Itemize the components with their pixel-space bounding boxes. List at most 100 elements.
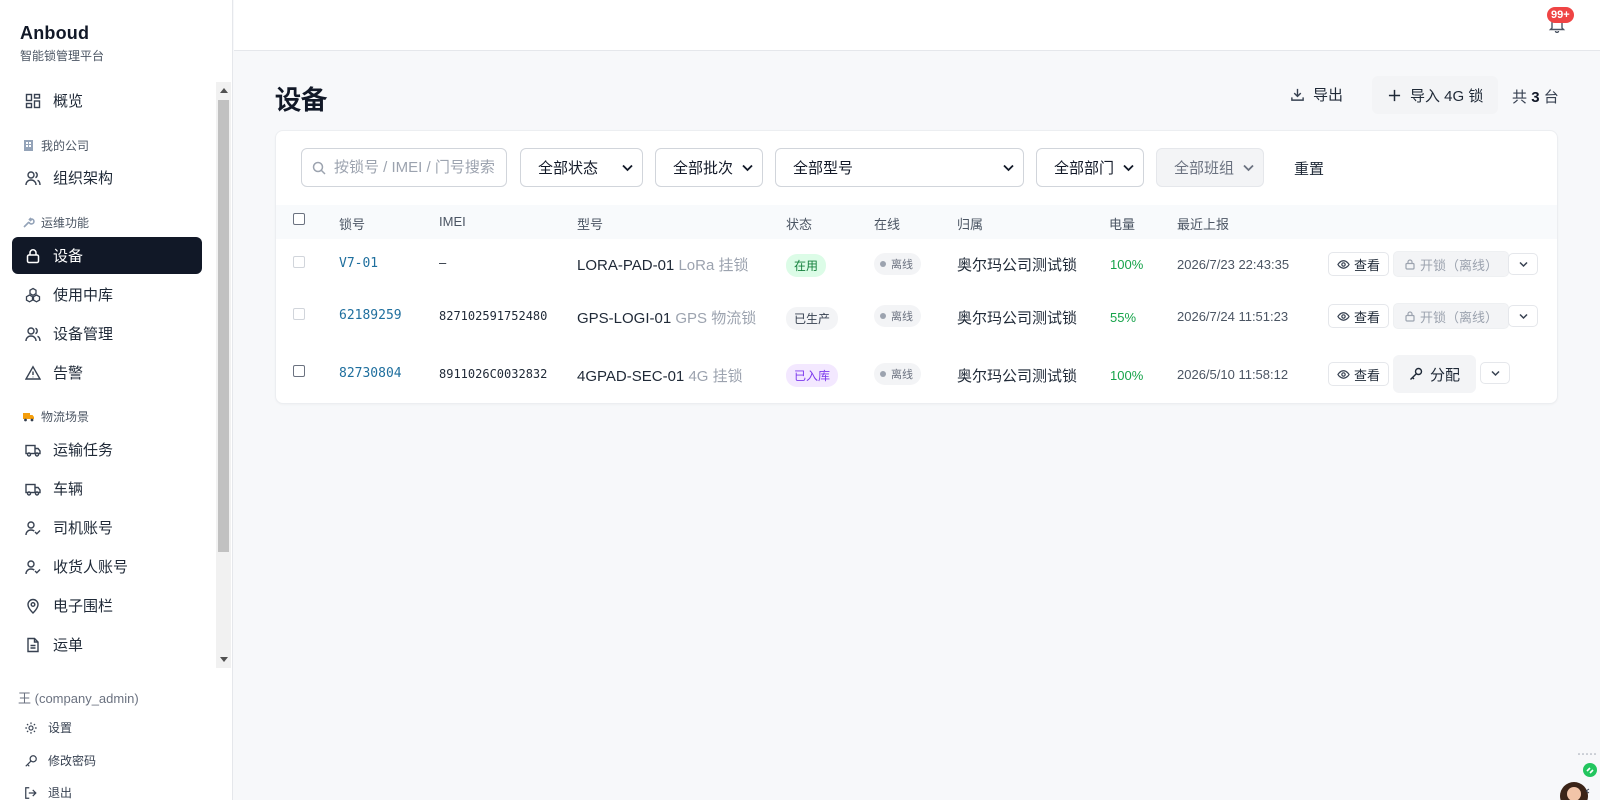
department-filter-select[interactable]: 全部部门	[1036, 148, 1144, 187]
section-ops: 运维功能	[22, 214, 89, 231]
sidebar-item-warehouse[interactable]: 使用中库	[12, 276, 202, 313]
online-badge: 离线	[874, 253, 921, 275]
more-actions-button[interactable]	[1508, 305, 1538, 327]
key-icon	[25, 754, 37, 767]
import-label: 导入 4G 锁	[1410, 87, 1484, 105]
select-value: 全部部门	[1054, 160, 1115, 177]
model-type: GPS 物流锁	[675, 310, 757, 327]
owner-value: 奥尔玛公司测试锁	[957, 368, 1078, 385]
export-label: 导出	[1313, 87, 1344, 104]
lock-icon	[1405, 311, 1415, 322]
lock-number-link[interactable]: 82730804	[339, 366, 402, 381]
view-button[interactable]: 查看	[1328, 304, 1390, 328]
model-code: LORA-PAD-01	[577, 257, 675, 274]
wrench-icon	[23, 217, 35, 228]
online-label: 离线	[891, 259, 913, 271]
status-badge: 已入库	[786, 364, 839, 387]
scroll-up-icon[interactable]	[220, 88, 228, 93]
unlock-label: 开锁（离线）	[1420, 309, 1499, 325]
column-header-battery: 电量	[1109, 217, 1136, 232]
sidebar-item-receivers[interactable]: 收货人账号	[12, 548, 202, 585]
row-checkbox[interactable]	[293, 256, 305, 268]
current-user: 王 (company_admin)	[18, 691, 139, 706]
column-header-last-report: 最近上报	[1177, 217, 1230, 232]
view-button[interactable]: 查看	[1328, 362, 1390, 386]
logout-link[interactable]: 退出	[24, 784, 72, 800]
search-input[interactable]	[334, 159, 504, 176]
unlock-offline-button[interactable]: 开锁（离线）	[1393, 251, 1510, 277]
sidebar-item-label: 运输任务	[53, 442, 114, 459]
section-label: 运维功能	[41, 216, 90, 230]
status-filter-select[interactable]: 全部状态	[520, 148, 643, 187]
team-filter-select[interactable]: 全部班组	[1156, 148, 1264, 187]
last-report-value: 2026/7/23 22:43:35	[1177, 257, 1290, 272]
select-all-checkbox[interactable]	[293, 213, 305, 225]
model-filter-select[interactable]: 全部型号	[775, 148, 1024, 187]
truck-icon	[23, 413, 34, 422]
sidebar-item-drivers[interactable]: 司机账号	[12, 509, 202, 546]
model-code: GPS-LOGI-01	[577, 310, 672, 327]
sidebar-item-waybill[interactable]: 运单	[12, 626, 202, 663]
eye-icon	[1337, 311, 1350, 321]
view-button[interactable]: 查看	[1328, 252, 1390, 276]
section-logistics: 物流场景	[22, 408, 89, 425]
view-label: 查看	[1354, 309, 1381, 325]
sidebar-item-overview[interactable]: 概览	[12, 82, 202, 119]
section-company: 我的公司	[22, 137, 89, 154]
chevron-down-icon	[622, 164, 633, 172]
export-button[interactable]: 导出	[1290, 84, 1343, 105]
assistant-widget-icon[interactable]	[1556, 750, 1600, 800]
more-actions-button[interactable]	[1508, 253, 1538, 275]
sidebar-item-devices[interactable]: 设备	[12, 237, 202, 274]
imei-value: 8911026C0032832	[439, 367, 548, 381]
sidebar-item-vehicles[interactable]: 车辆	[12, 470, 202, 507]
settings-link[interactable]: 设置	[24, 719, 72, 736]
brand-subtitle: 智能锁管理平台	[20, 49, 105, 63]
import-4g-button[interactable]: 导入 4G 锁	[1372, 76, 1498, 114]
lock-number-link[interactable]: 62189259	[339, 308, 402, 323]
online-badge: 离线	[874, 363, 921, 385]
scrollbar-thumb[interactable]	[218, 100, 229, 552]
scroll-down-icon[interactable]	[220, 657, 228, 662]
logout-label: 退出	[48, 786, 73, 800]
assign-button[interactable]: 分配	[1393, 355, 1477, 393]
column-header-online: 在线	[874, 217, 901, 232]
sidebar-item-device-mgmt[interactable]: 设备管理	[12, 315, 202, 352]
select-value: 全部班组	[1174, 160, 1235, 177]
key-icon	[1410, 367, 1423, 380]
eye-icon	[1337, 259, 1350, 269]
sidebar-item-org[interactable]: 组织架构	[12, 159, 202, 196]
chevron-down-icon	[1519, 313, 1528, 320]
chevron-down-icon	[1491, 370, 1500, 377]
row-checkbox[interactable]	[293, 308, 305, 320]
sidebar-item-geofence[interactable]: 电子围栏	[12, 587, 202, 624]
logout-icon	[25, 786, 37, 799]
more-actions-button[interactable]	[1480, 362, 1510, 384]
section-label: 我的公司	[41, 139, 90, 153]
sidebar-item-label: 电子围栏	[53, 598, 114, 615]
view-label: 查看	[1354, 257, 1381, 273]
sidebar-item-alarms[interactable]: 告警	[12, 354, 202, 391]
sidebar-item-transport[interactable]: 运输任务	[12, 431, 202, 468]
sidebar-item-label: 设备	[53, 248, 84, 265]
reset-button[interactable]: 重置	[1294, 158, 1324, 179]
sidebar: Anboud 智能锁管理平台 概览 我的公司 组织架构 运维功能 设备 使用中库…	[0, 0, 233, 800]
status-badge: 已生产	[786, 307, 839, 330]
total-prefix: 共	[1512, 89, 1528, 106]
sidebar-item-label: 告警	[53, 365, 84, 382]
unlock-offline-button[interactable]: 开锁（离线）	[1393, 303, 1510, 329]
sidebar-scrollbar[interactable]	[216, 82, 231, 668]
chevron-down-icon	[1519, 261, 1528, 268]
battery-value: 100%	[1110, 368, 1144, 383]
change-password-link[interactable]: 修改密码	[24, 752, 96, 769]
search-field[interactable]	[301, 148, 507, 187]
top-bar	[234, 0, 1600, 51]
boxes-icon	[25, 287, 41, 303]
column-header-imei: IMEI	[439, 214, 466, 229]
row-checkbox[interactable]	[293, 365, 305, 377]
warning-icon	[25, 364, 41, 380]
last-report-value: 2026/5/10 11:58:12	[1177, 367, 1289, 382]
batch-filter-select[interactable]: 全部批次	[655, 148, 763, 187]
chevron-down-icon	[742, 164, 753, 172]
lock-number-link[interactable]: V7-01	[339, 256, 378, 271]
